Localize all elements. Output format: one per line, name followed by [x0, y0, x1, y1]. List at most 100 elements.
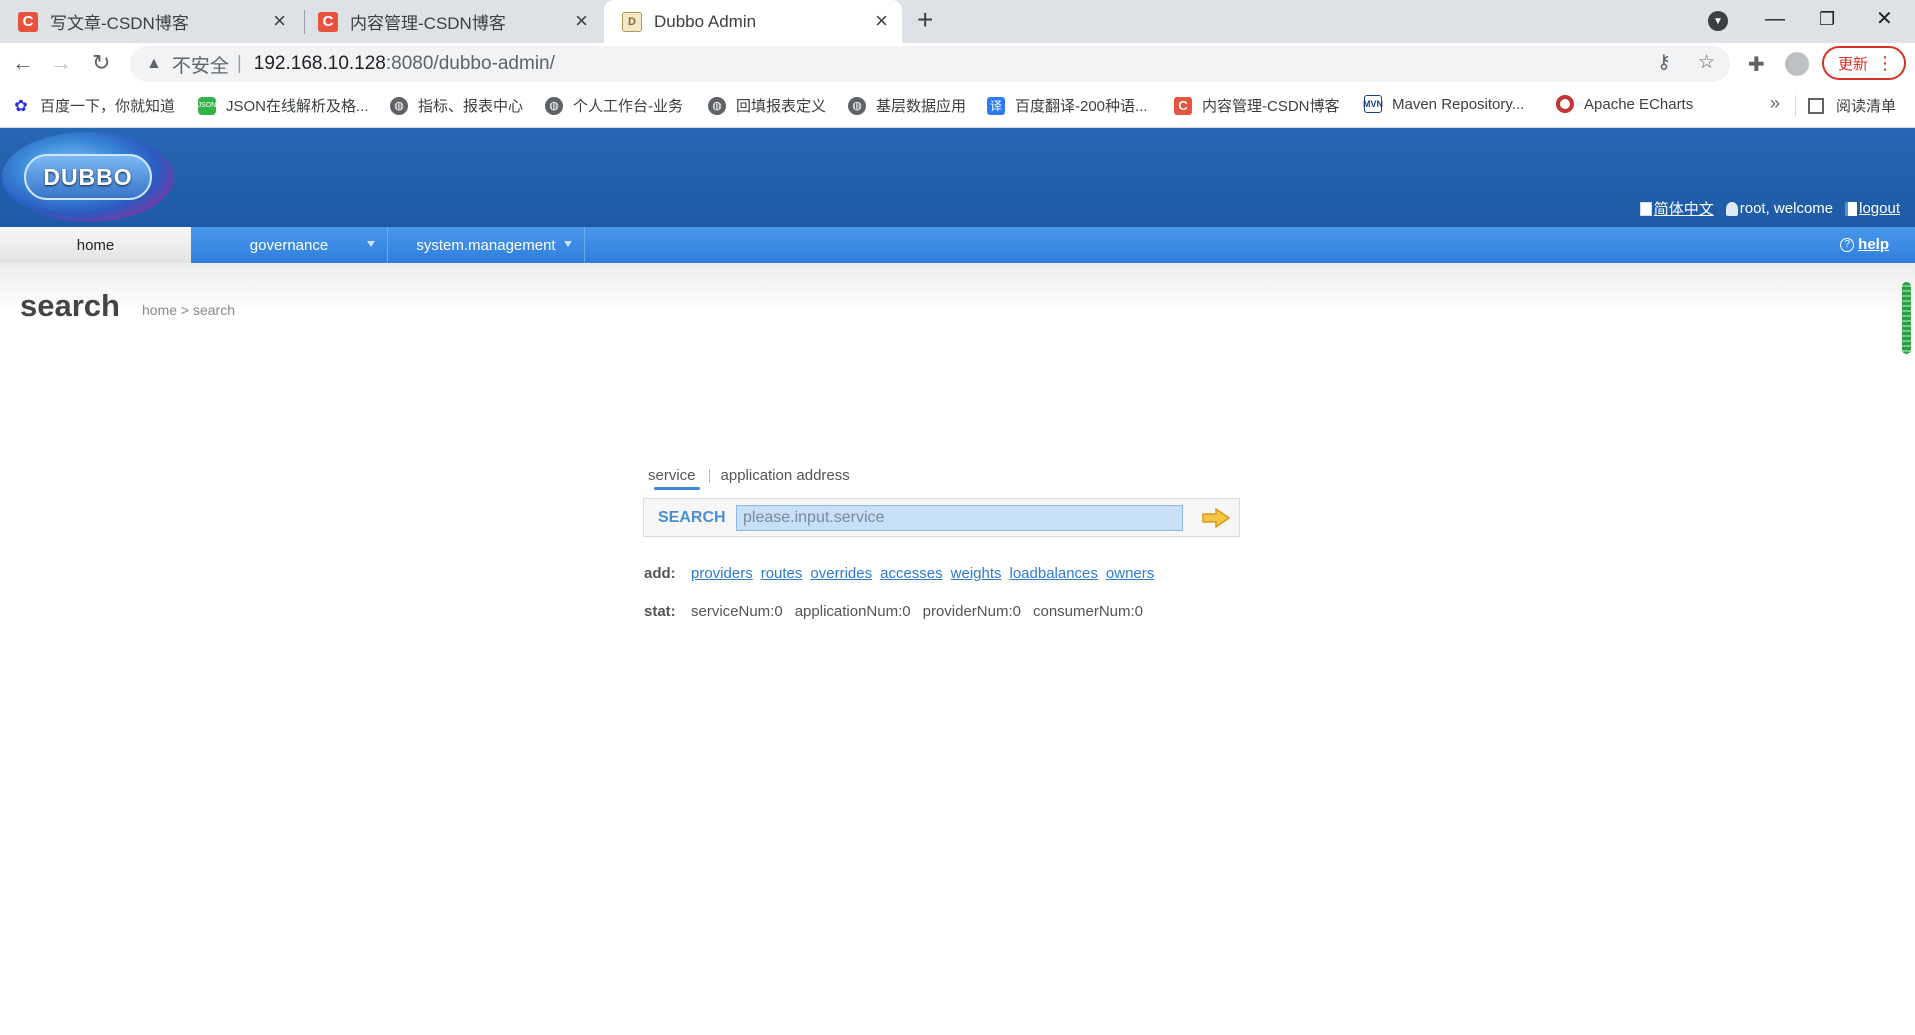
- bookmark-label: Apache ECharts: [1584, 95, 1694, 113]
- add-accesses-link[interactable]: accesses: [880, 565, 943, 582]
- globe-icon: ◍: [708, 96, 726, 115]
- bookmark-item[interactable]: ◍ 回填报表定义: [708, 95, 826, 116]
- csdn-favicon-icon: C: [18, 11, 38, 32]
- minimize-icon[interactable]: —: [1765, 4, 1785, 34]
- close-icon[interactable]: ×: [875, 9, 888, 33]
- main-nav: home governance system.management ? help: [0, 227, 1915, 263]
- stats-row: stat: serviceNum:0 applicationNum:0 prov…: [644, 603, 1155, 620]
- bookmark-item[interactable]: Apache ECharts: [1556, 95, 1693, 113]
- stat-application-num: applicationNum:0: [794, 603, 911, 620]
- stat-consumer-num: consumerNum:0: [1032, 603, 1144, 620]
- add-routes-link[interactable]: routes: [761, 565, 803, 582]
- bookmark-label: 百度一下，你就知道: [40, 98, 176, 115]
- bookmark-label: 内容管理-CSDN博客: [1202, 98, 1340, 115]
- tab-search-icon[interactable]: ▼: [1708, 11, 1728, 31]
- nav-governance[interactable]: governance: [191, 227, 387, 263]
- welcome-text: root, welcome: [1739, 200, 1834, 217]
- back-arrow-icon[interactable]: ←: [12, 49, 34, 77]
- add-links-row: add: providers routes overrides accesses…: [644, 565, 1162, 582]
- warning-icon: ▲: [146, 55, 162, 72]
- globe-icon: ◍: [848, 96, 866, 115]
- bookmark-item[interactable]: 译百度翻译-200种语...: [987, 95, 1148, 116]
- stat-provider-num: providerNum:0: [922, 603, 1021, 620]
- bookmark-star-icon[interactable]: ☆: [1698, 51, 1715, 74]
- bookmark-label: 回填报表定义: [736, 98, 827, 115]
- document-icon: [1639, 201, 1652, 216]
- search-input[interactable]: [736, 505, 1183, 531]
- restore-icon[interactable]: ❐: [1819, 4, 1835, 34]
- bookmark-item[interactable]: ✿ 百度一下，你就知道: [12, 95, 175, 116]
- tab-application-address[interactable]: application address: [721, 467, 850, 490]
- dubbo-logo[interactable]: DUBBO: [2, 132, 174, 222]
- search-label: SEARCH: [658, 509, 726, 526]
- bookmarks-bar: ✿ 百度一下，你就知道 JSON JSON在线解析及格... ◍ 指标、报表中心 ◍ 个…: [0, 85, 1915, 128]
- tab-service[interactable]: service: [648, 467, 699, 490]
- search-go-arrow-icon[interactable]: [1202, 508, 1230, 528]
- echarts-icon: [1556, 95, 1574, 113]
- bookmark-item[interactable]: C 内容管理-CSDN博客: [1174, 95, 1340, 116]
- nav-divider: [584, 227, 585, 263]
- browser-toolbar: ← → ↻ ▲ 不安全 | 192.168.10.128:8080/dubbo-…: [0, 43, 1915, 85]
- stat-label: stat:: [644, 603, 676, 620]
- bookmark-label: 个人工作台-业务: [573, 98, 683, 115]
- logout-link[interactable]: logout: [1859, 200, 1900, 217]
- more-bookmarks-chevron-icon[interactable]: »: [1770, 93, 1780, 114]
- dubbo-favicon-icon: D: [622, 11, 642, 32]
- window-close-icon[interactable]: ✕: [1876, 4, 1893, 34]
- browser-tab[interactable]: C 内容管理-CSDN博客 ×: [300, 0, 602, 43]
- new-tab-plus-icon[interactable]: +: [917, 5, 933, 35]
- content-header-shade: [0, 263, 1915, 313]
- mvn-icon: MVN: [1363, 95, 1383, 113]
- update-label: 更新: [1838, 55, 1869, 73]
- csdn-icon: C: [1174, 96, 1192, 115]
- address-bar[interactable]: ▲ 不安全 | 192.168.10.128:8080/dubbo-admin/: [130, 46, 1730, 82]
- search-box: SEARCH: [643, 498, 1240, 537]
- app-header: DUBBO 简体中文 root, welcome logout: [0, 128, 1915, 227]
- url-path: :8080/dubbo-admin/: [385, 53, 555, 74]
- dropdown-caret-icon: [564, 241, 572, 247]
- bookmark-item[interactable]: ◍ 个人工作台-业务: [545, 95, 683, 116]
- more-menu-icon[interactable]: ⋮: [1876, 52, 1894, 74]
- scroll-indicator[interactable]: [1902, 282, 1911, 354]
- csdn-favicon-icon: C: [318, 11, 338, 32]
- add-loadbalances-link[interactable]: loadbalances: [1010, 565, 1098, 582]
- profile-avatar-icon[interactable]: [1785, 52, 1809, 76]
- browser-tab-active[interactable]: D Dubbo Admin ×: [604, 0, 902, 43]
- user-icon: [1725, 201, 1738, 216]
- baidu-icon: ✿: [14, 97, 28, 115]
- nav-governance-label: governance: [249, 236, 329, 254]
- help-link[interactable]: help: [1858, 236, 1889, 253]
- header-links: 简体中文 root, welcome logout: [1639, 198, 1900, 219]
- reload-icon[interactable]: ↻: [92, 49, 110, 77]
- tab-title: Dubbo Admin: [654, 11, 757, 31]
- language-link[interactable]: 简体中文: [1654, 198, 1714, 219]
- nav-system-management[interactable]: system.management: [388, 227, 584, 263]
- bookmark-label: JSON在线解析及格...: [226, 98, 369, 115]
- add-label: add:: [644, 565, 676, 582]
- nav-home-label: home: [76, 236, 115, 254]
- stat-service-num: serviceNum:0: [691, 603, 783, 620]
- logo-badge: DUBBO: [24, 154, 152, 200]
- add-providers-link[interactable]: providers: [691, 565, 753, 582]
- bookmark-item[interactable]: ◍ 指标、报表中心: [390, 95, 523, 116]
- nav-home[interactable]: home: [0, 227, 191, 263]
- insecure-label: 不安全: [171, 55, 229, 77]
- forward-arrow-icon[interactable]: →: [50, 49, 72, 77]
- add-overrides-link[interactable]: overrides: [810, 565, 872, 582]
- bookmark-label: 基层数据应用: [876, 98, 967, 115]
- close-icon[interactable]: ×: [575, 9, 588, 33]
- bookmark-item[interactable]: ◍ 基层数据应用: [848, 95, 966, 116]
- extensions-puzzle-icon[interactable]: ✚: [1748, 52, 1765, 77]
- breadcrumb: home > search: [142, 302, 235, 318]
- translate-icon: 译: [987, 96, 1005, 115]
- bookmark-item[interactable]: JSON JSON在线解析及格...: [198, 95, 369, 116]
- help-link-group: ? help: [1840, 236, 1889, 253]
- update-button[interactable]: 更新 ⋮: [1822, 46, 1906, 80]
- reading-list-button[interactable]: 阅读清单: [1808, 95, 1896, 116]
- key-icon[interactable]: ⚷: [1657, 51, 1671, 74]
- bookmark-item[interactable]: MVN Maven Repository...: [1363, 95, 1524, 113]
- browser-tab[interactable]: C 写文章-CSDN博客 ×: [0, 0, 300, 43]
- add-weights-link[interactable]: weights: [951, 565, 1002, 582]
- add-owners-link[interactable]: owners: [1106, 565, 1154, 582]
- close-icon[interactable]: ×: [273, 9, 286, 33]
